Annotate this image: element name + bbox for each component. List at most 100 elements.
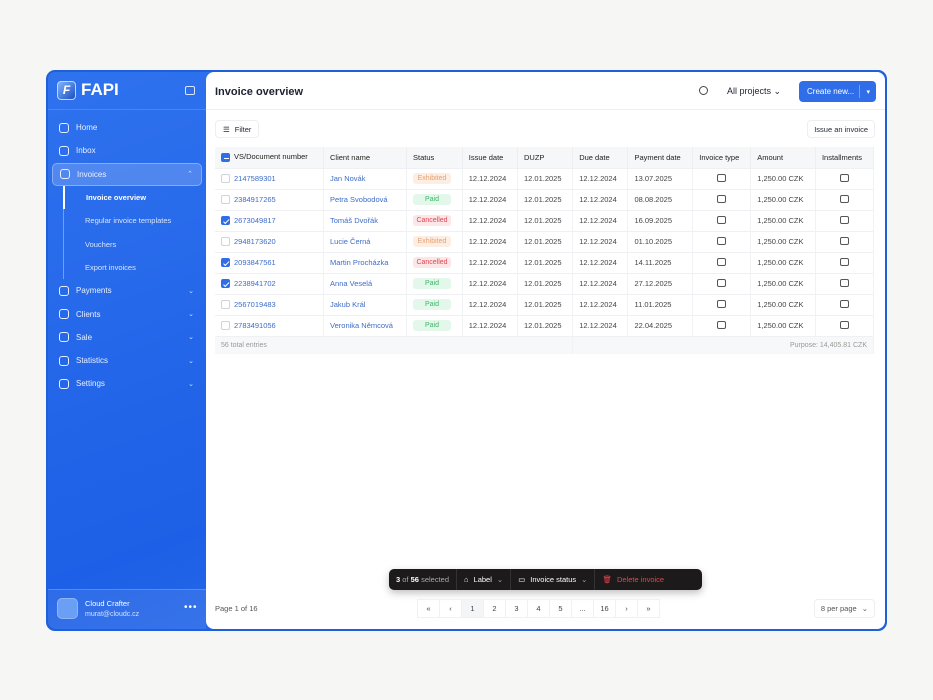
client-name-link[interactable]: Tomáš Dvořák — [324, 210, 407, 231]
payment-date: 22.04.2025 — [628, 315, 693, 336]
label-button[interactable]: ⌂Label⌄ — [457, 569, 511, 590]
sidebar-item-home[interactable]: Home — [52, 116, 202, 139]
client-name-link[interactable]: Lucie Černá — [324, 231, 407, 252]
column-header[interactable]: Status — [407, 147, 463, 168]
document-number-link[interactable]: 2567019483 — [234, 300, 276, 309]
document-number-link[interactable]: 2384917265 — [234, 195, 276, 204]
select-all-checkbox[interactable] — [221, 153, 230, 162]
page-button[interactable]: « — [417, 599, 440, 618]
page-button[interactable]: 5 — [549, 599, 572, 618]
calendar-icon[interactable] — [840, 237, 849, 245]
sidebar-item-statistics[interactable]: Statistics⌄ — [52, 349, 202, 372]
sidebar-item-payments[interactable]: Payments⌄ — [52, 279, 202, 302]
row-checkbox[interactable] — [221, 279, 230, 288]
row-checkbox[interactable] — [221, 174, 230, 183]
client-name-link[interactable]: Jakub Král — [324, 294, 407, 315]
calendar-icon — [717, 279, 726, 287]
sidebar-item-settings[interactable]: Settings⌄ — [52, 372, 202, 395]
sidebar-collapse-icon[interactable] — [185, 86, 195, 95]
table-row[interactable]: 2948173620 Lucie Černá Exhibited 12.12.2… — [215, 231, 874, 252]
page-button[interactable]: 2 — [483, 599, 506, 618]
amount: 1,250.00 CZK — [751, 294, 816, 315]
sidebar-subitem[interactable]: Regular invoice templates — [63, 209, 202, 232]
table-row[interactable]: 2238941702 Anna Veselá Paid 12.12.2024 1… — [215, 273, 874, 294]
sidebar-item-inbox[interactable]: Inbox — [52, 139, 202, 162]
row-checkbox[interactable] — [221, 321, 230, 330]
chevron-down-icon: ⌄ — [497, 575, 503, 584]
document-number-link[interactable]: 2783491056 — [234, 321, 276, 330]
column-header[interactable]: Issue date — [462, 147, 517, 168]
column-header[interactable]: Due date — [573, 147, 628, 168]
row-checkbox[interactable] — [221, 300, 230, 309]
document-icon[interactable] — [840, 300, 849, 308]
column-header[interactable]: Invoice type — [693, 147, 751, 168]
page-button[interactable]: ... — [571, 599, 594, 618]
chevron-down-icon[interactable]: ▾ — [866, 88, 870, 96]
invoice-status-button[interactable]: ▭Invoice status⌄ — [511, 569, 595, 590]
document-number-link[interactable]: 2238941702 — [234, 279, 276, 288]
home-icon — [59, 123, 69, 133]
column-header[interactable]: Installments — [815, 147, 873, 168]
client-name-link[interactable]: Jan Novák — [324, 168, 407, 189]
projects-dropdown[interactable]: All projects ⌄ — [727, 86, 781, 97]
page-button[interactable]: 4 — [527, 599, 550, 618]
payment-date: 08.08.2025 — [628, 189, 693, 210]
document-icon[interactable] — [840, 258, 849, 266]
sidebar-subitem[interactable]: Vouchers — [63, 232, 202, 255]
document-number-link[interactable]: 2673049817 — [234, 216, 276, 225]
search-icon[interactable] — [699, 86, 708, 95]
row-checkbox[interactable] — [221, 258, 230, 267]
calendar-icon[interactable] — [840, 321, 849, 329]
row-checkbox[interactable] — [221, 195, 230, 204]
issue-invoice-button[interactable]: Issue an invoice — [807, 120, 875, 138]
page-button[interactable]: ‹ — [439, 599, 462, 618]
payment-date: 01.10.2025 — [628, 231, 693, 252]
client-name-link[interactable]: Veronika Němcová — [324, 315, 407, 336]
column-header[interactable]: VS/Document number — [215, 147, 324, 168]
document-number-link[interactable]: 2093847561 — [234, 258, 276, 267]
logo[interactable]: FFAPI — [57, 80, 119, 100]
sidebar-subitem[interactable]: Invoice overview — [63, 186, 202, 209]
client-name-link[interactable]: Anna Veselá — [324, 273, 407, 294]
column-header[interactable]: Amount — [751, 147, 816, 168]
more-options-icon[interactable]: ••• — [184, 602, 198, 613]
sidebar-item-invoices[interactable]: Invoices⌃ — [52, 163, 202, 186]
table-row[interactable]: 2567019483 Jakub Král Paid 12.12.2024 12… — [215, 294, 874, 315]
document-number-link[interactable]: 2948173620 — [234, 237, 276, 246]
table-row[interactable]: 2384917265 Petra Svobodová Paid 12.12.20… — [215, 189, 874, 210]
user-profile[interactable]: Cloud Crafter murat@cloudc.cz ••• — [48, 589, 206, 629]
client-name-link[interactable]: Petra Svobodová — [324, 189, 407, 210]
filter-button[interactable]: ☰Filter — [215, 120, 259, 138]
table-row[interactable]: 2147589301 Jan Novák Exhibited 12.12.202… — [215, 168, 874, 189]
status-badge: Paid — [413, 299, 451, 310]
duzp-date: 12.01.2025 — [517, 231, 572, 252]
row-checkbox[interactable] — [221, 216, 230, 225]
sidebar-subitem[interactable]: Export invoices — [63, 256, 202, 279]
page-button[interactable]: 1 — [461, 599, 484, 618]
delete-invoice-button[interactable]: 🗑Delete invoice — [595, 569, 671, 590]
page-button[interactable]: › — [615, 599, 638, 618]
client-name-link[interactable]: Martin Procházka — [324, 252, 407, 273]
per-page-select[interactable]: 8 per page⌄ — [814, 599, 875, 618]
document-icon[interactable] — [840, 195, 849, 203]
sidebar-item-sale[interactable]: Sale⌄ — [52, 326, 202, 349]
table-footer: 56 total entriesPurpose: 14,405.81 CZK — [215, 336, 874, 354]
column-header[interactable]: Payment date — [628, 147, 693, 168]
create-new-button[interactable]: Create new... ▾ — [799, 81, 876, 102]
page-button[interactable]: » — [637, 599, 660, 618]
table-row[interactable]: 2093847561 Martin Procházka Cancelled 12… — [215, 252, 874, 273]
table-row[interactable]: 2783491056 Veronika Němcová Paid 12.12.2… — [215, 315, 874, 336]
sidebar-item-clients[interactable]: Clients⌄ — [52, 302, 202, 325]
user-email: murat@cloudc.cz — [85, 611, 139, 618]
calendar-icon[interactable] — [840, 174, 849, 182]
calendar-icon[interactable] — [840, 279, 849, 287]
document-number-link[interactable]: 2147589301 — [234, 174, 276, 183]
document-icon[interactable] — [840, 216, 849, 224]
page-button[interactable]: 16 — [593, 599, 616, 618]
row-checkbox[interactable] — [221, 237, 230, 246]
create-new-label: Create new... — [807, 87, 854, 96]
table-row[interactable]: 2673049817 Tomáš Dvořák Cancelled 12.12.… — [215, 210, 874, 231]
page-button[interactable]: 3 — [505, 599, 528, 618]
column-header[interactable]: Client name — [324, 147, 407, 168]
column-header[interactable]: DUZP — [517, 147, 572, 168]
